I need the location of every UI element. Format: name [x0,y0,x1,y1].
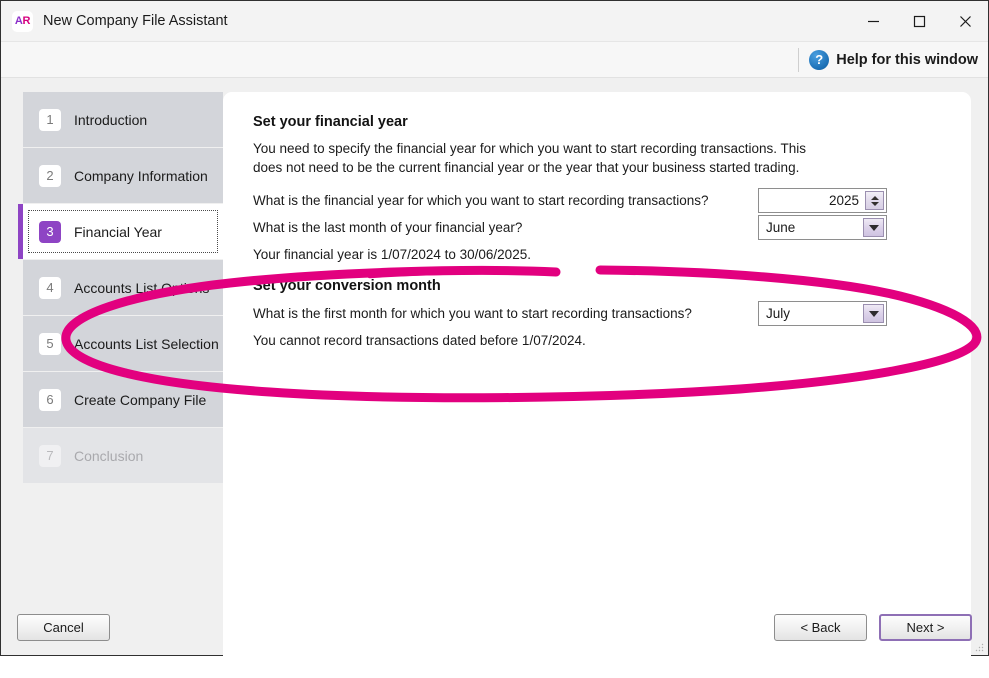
step-number: 2 [39,164,61,187]
financial-year-field-slot: 2025 [758,188,887,213]
step-number: 3 [39,220,61,243]
chevron-down-icon[interactable] [863,218,884,237]
dialog-footer: Cancel < Back Next > [1,599,988,655]
spinner-arrows[interactable] [865,191,884,210]
content-panel: Set your financial year You need to spec… [223,92,971,678]
step-label: Accounts List Options [74,279,210,296]
next-button[interactable]: Next > [879,613,972,641]
step-number: 1 [39,108,61,131]
financial-year-summary: Your financial year is 1/07/2024 to 30/0… [253,247,531,262]
spinner-up-icon[interactable] [870,195,879,200]
step-number: 5 [39,332,61,355]
minimize-icon[interactable] [850,1,896,42]
step-number: 6 [39,388,61,411]
step-label: Introduction [74,111,148,128]
steps-sidebar: 1 Introduction 2 Company Information 3 F… [1,78,223,655]
sidebar-item-create-company-file[interactable]: 6 Create Company File [23,372,223,427]
window-controls [850,1,988,42]
back-button[interactable]: < Back [774,613,867,641]
app-logo-icon: AR [12,10,33,32]
step-label: Financial Year [74,223,162,240]
sidebar-item-financial-year[interactable]: 3 Financial Year [18,204,223,259]
last-month-field-slot: June [758,215,887,240]
conversion-month-question: What is the first month for which you wa… [253,306,692,321]
conversion-month-row: What is the first month for which you wa… [253,301,943,326]
financial-year-row: What is the financial year for which you… [253,188,943,213]
last-month-row: What is the last month of your financial… [253,215,943,240]
app-logo-letter-a: A [14,14,23,27]
step-label: Company Information [74,167,208,184]
step-number: 4 [39,276,61,299]
step-label: Conclusion [74,447,144,464]
close-icon[interactable] [942,1,988,42]
maximize-icon[interactable] [896,1,942,42]
financial-year-description: You need to specify the financial year f… [253,141,807,175]
sidebar-item-introduction[interactable]: 1 Introduction [23,92,223,147]
step-label: Accounts List Selection [74,335,219,352]
last-month-value: June [766,220,796,235]
window-body: 1 Introduction 2 Company Information 3 F… [1,78,988,678]
last-month-dropdown[interactable]: June [758,215,887,240]
conversion-month-value: July [766,306,791,321]
financial-year-question: What is the financial year for which you… [253,193,709,208]
step-number: 7 [39,444,61,467]
sidebar-item-conclusion: 7 Conclusion [23,428,223,483]
conversion-month-heading: Set your conversion month [253,278,441,294]
help-bar: ? Help for this window [1,42,988,78]
step-label: Create Company File [74,391,207,408]
cancel-button[interactable]: Cancel [17,613,110,641]
help-divider [798,47,800,72]
application-window: AR New Company File Assistant ? Help for… [0,0,989,678]
spinner-down-icon[interactable] [870,201,879,206]
window-title: New Company File Assistant [43,13,228,29]
conversion-month-note: You cannot record transactions dated bef… [253,333,586,348]
nav-button-group: < Back Next > [774,613,972,641]
help-link-label: Help for this window [836,51,978,68]
last-month-question: What is the last month of your financial… [253,220,523,235]
title-bar: AR New Company File Assistant [1,1,988,42]
financial-year-value[interactable]: 2025 [759,189,865,212]
sidebar-item-accounts-list-selection[interactable]: 5 Accounts List Selection [23,316,223,371]
chevron-down-icon[interactable] [863,304,884,323]
conversion-month-field-slot: July [758,301,887,326]
question-mark-circle-icon: ? [809,49,830,70]
app-logo-letter-r: R [22,14,31,27]
sidebar-item-company-information[interactable]: 2 Company Information [23,148,223,203]
financial-year-heading: Set your financial year [253,114,408,130]
help-for-this-window-link[interactable]: ? Help for this window [809,49,978,70]
financial-year-spinner[interactable]: 2025 [758,188,887,213]
resize-grip[interactable] [974,642,984,652]
conversion-month-dropdown[interactable]: July [758,301,887,326]
sidebar-item-accounts-list-options[interactable]: 4 Accounts List Options [23,260,223,315]
